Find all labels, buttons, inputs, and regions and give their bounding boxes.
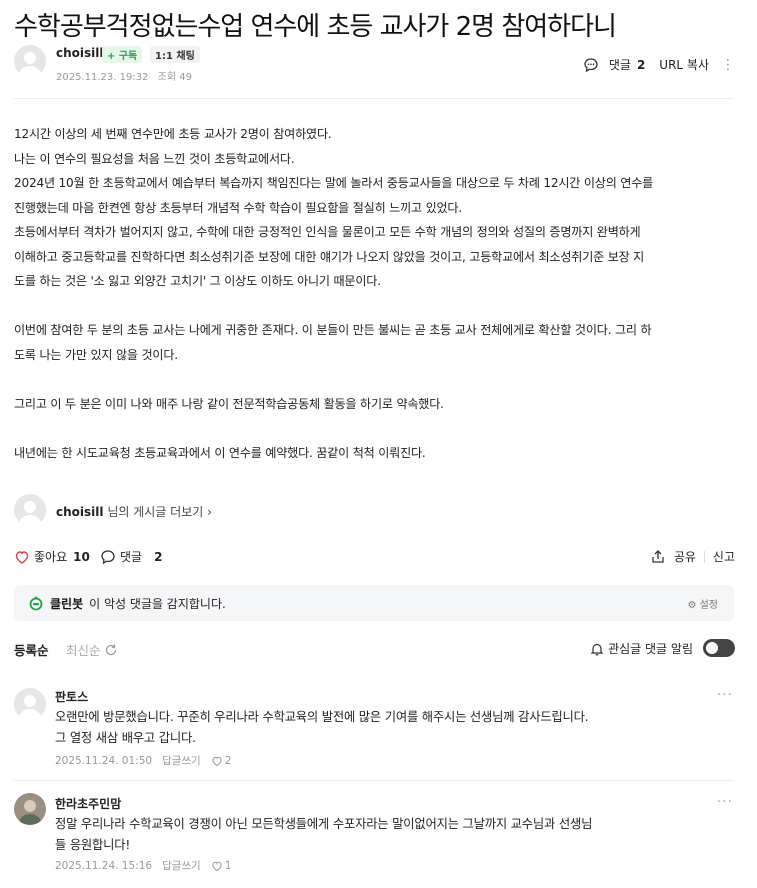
comment-meta: 2025.11.24. 15:16 답글쓰기 1 [55,858,231,873]
commenter-avatar[interactable] [14,793,46,825]
comment-alarm-toggle[interactable] [703,639,735,657]
comment-divider [14,780,734,781]
comment-date: 2025.11.24. 01:50 [55,754,153,767]
comment-more-icon[interactable]: ··· [717,687,733,703]
comment-like-count: 2 [224,754,232,767]
heart-icon [14,549,30,565]
comment-toggle-button[interactable]: 댓글 2 [100,548,162,565]
heart-outline-icon [211,755,223,767]
share-button[interactable]: 공유 [674,548,696,565]
comment-label: 댓글 [120,550,143,564]
cleanbot-name: 클린봇 [50,596,84,611]
like-button[interactable]: 좋아요 10 [14,548,90,565]
more-vert-icon[interactable]: ⋮ [721,57,735,73]
reply-button[interactable]: 답글쓰기 [162,858,201,873]
comment-like-button[interactable]: 1 [211,859,232,872]
header-divider [14,98,734,99]
paragraph: 내년에는 한 시도교육청 초등교육과에서 이 연수를 예약했다. 꿈같이 척척 … [14,445,426,460]
heart-outline-icon [211,860,223,872]
cleanbot-icon [28,595,44,611]
comment-text: 정말 우리나라 수학교육이 경쟁이 아닌 모든학생들에게 수포자라는 말이없어지… [55,814,592,856]
chat-button[interactable]: 1:1 채팅 [150,46,200,63]
comment-count: 2 [154,549,163,564]
alarm-label: 관심글 댓글 알림 [608,642,693,656]
paragraph: 나는 이 연수의 필요성을 처음 느낀 것이 초등학교에서다. [14,151,295,166]
comment-line: 들 응원합니다! [55,838,131,852]
footer-author-avatar[interactable] [14,494,46,526]
cleanbot-text: 이 악성 댓글을 감지합니다. [89,596,226,611]
paragraph: 초등에서부터 격차가 벌어지지 않고, 수학에 대한 긍정적인 인식을 물론이고… [14,225,641,239]
comment-line: 오랜만에 방문했습니다. 꾸준히 우리나라 수학교육의 발전에 많은 기여를 해… [55,710,589,724]
sort-registered[interactable]: 등록순 [14,640,49,659]
setting-label: 설정 [699,599,718,611]
refresh-icon[interactable] [104,643,118,657]
cleanbot-setting-button[interactable]: ⚙ 설정 [687,596,718,611]
post-title: 수학공부걱정없는수업 연수에 초등 교사가 2명 참여하다니 [14,12,617,42]
comment-bubble-icon [100,549,116,565]
commenter-name[interactable]: 판토스 [55,688,88,705]
comment-date: 2025.11.24. 15:16 [55,859,153,872]
comment-line: 그 열정 새삼 배우고 갑니다. [55,731,196,745]
paragraph: 이해하고 중고등학교를 진학하다면 최소성취기준 보장에 대한 얘기가 나오지 … [14,249,645,264]
paragraph: 12시간 이상의 세 번째 연수만에 초등 교사가 2명이 참여하였다. [14,127,332,141]
more-posts-label: 님의 게시글 더보기 › [107,505,212,519]
follow-button[interactable]: + 구독 [102,46,143,63]
paragraph: 2024년 10월 한 초등학교에서 예습부터 복습까지 책임진다는 말에 놀라… [14,176,654,190]
post-meta: 2025.11.23. 19:32 조회 49 [56,68,198,83]
article-body: 12시간 이상의 세 번째 연수만에 초등 교사가 2명이 참여하였다. 나는 … [14,122,736,465]
reply-button[interactable]: 답글쓰기 [162,753,201,768]
comment-meta: 2025.11.24. 01:50 답글쓰기 2 [55,753,231,768]
commenter-avatar[interactable] [14,688,46,720]
url-copy-button[interactable]: URL 복사 [659,56,709,73]
post-views: 조회 49 [157,72,192,83]
paragraph: 이번에 참여한 두 분의 초등 교사는 나에게 귀중한 존재다. 이 분들이 만… [14,323,652,337]
comment-line: 정말 우리나라 수학교육이 경쟁이 아닌 모든학생들에게 수포자라는 말이없어지… [55,817,593,831]
like-label: 좋아요 [34,550,68,564]
bell-icon [590,642,604,656]
top-comment-count: 2 [636,57,646,72]
paragraph: 도록 나는 가만 있지 않을 것이다. [14,347,178,362]
commenter-name[interactable]: 한라초주민맘 [55,795,121,812]
more-posts-link[interactable]: choisill 님의 게시글 더보기 › [56,503,212,520]
author-name[interactable]: choisill [56,46,104,60]
sort-latest[interactable]: 최신순 [66,640,118,659]
paragraph: 그리고 이 두 분은 이미 나와 매주 나랑 같이 전문적학습공동체 활동을 하… [14,396,444,411]
report-button[interactable]: 신고 [713,548,735,565]
gear-icon: ⚙ [687,599,697,611]
comment-alarm-group: 관심글 댓글 알림 [590,640,693,657]
comment-text: 오랜만에 방문했습니다. 꾸준히 우리나라 수학교육의 발전에 많은 기여를 해… [55,707,589,749]
cleanbot-banner: 클린봇 이 악성 댓글을 감지합니다. ⚙ 설정 [14,585,734,621]
top-comment-label[interactable]: 댓글 [609,56,631,73]
like-count: 10 [73,549,90,564]
share-divider [703,550,705,563]
more-author-name: choisill [56,505,104,519]
comment-bubble-icon[interactable] [583,57,599,73]
share-report-group: 공유 신고 [650,548,735,565]
comment-like-count: 1 [224,859,232,872]
post-date: 2025.11.23. 19:32 [56,72,149,83]
paragraph: 도를 하는 것은 '소 잃고 외양간 고치기' 그 이상도 이하도 아니기 때문… [14,274,381,288]
comment-more-icon[interactable]: ··· [717,794,733,810]
post-top-actions: 댓글 2 URL 복사 ⋮ [583,56,735,73]
author-avatar[interactable] [14,45,46,77]
sort-latest-label: 최신순 [66,643,101,658]
comment-like-button[interactable]: 2 [211,754,232,767]
paragraph: 진행했는데 마음 한켠엔 항상 초등부터 개념적 수학 학습이 필요함을 절실히… [14,200,463,215]
share-icon[interactable] [650,549,666,565]
